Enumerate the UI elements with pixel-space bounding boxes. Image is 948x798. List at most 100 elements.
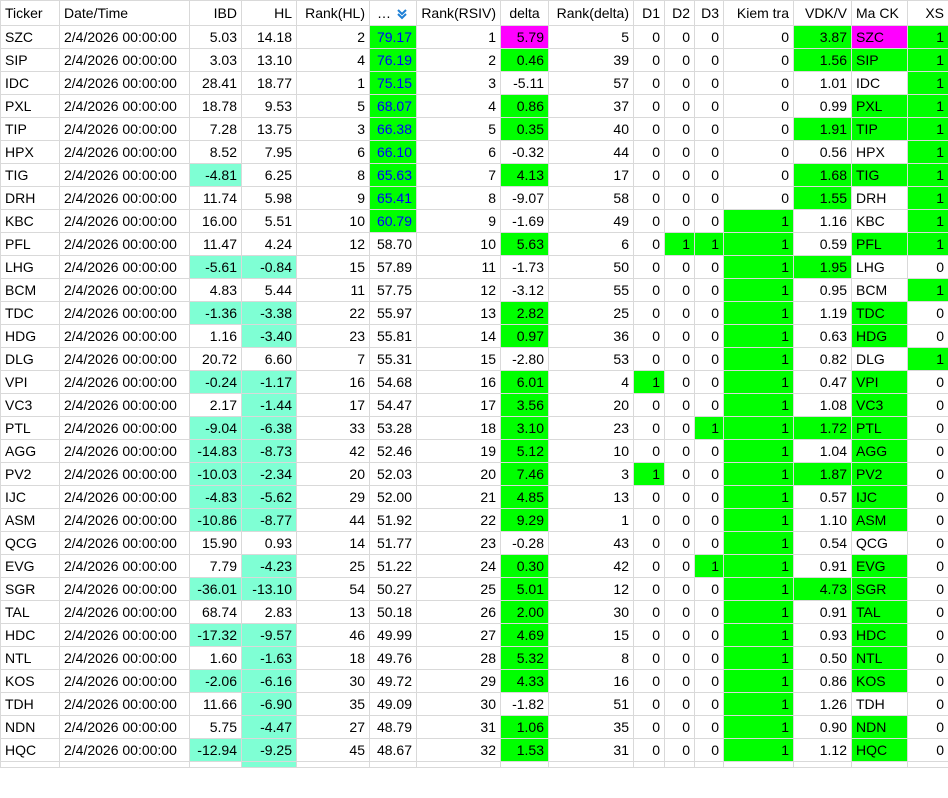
cell-ibd[interactable]: -4.81 bbox=[189, 163, 242, 187]
cell-rsiv[interactable]: 53.28 bbox=[369, 416, 417, 440]
cell-kiem-tra[interactable]: 1 bbox=[723, 347, 794, 371]
cell-rank-delta[interactable]: 53 bbox=[548, 347, 634, 371]
cell-d1[interactable]: 0 bbox=[633, 301, 665, 325]
cell-d1[interactable]: 1 bbox=[633, 462, 665, 486]
cell-xs[interactable]: 0 bbox=[907, 623, 948, 647]
cell-hl[interactable]: 5.44 bbox=[241, 278, 297, 302]
cell-rank-rsiv[interactable]: 27 bbox=[416, 623, 501, 647]
cell-vdk-v[interactable]: 0.54 bbox=[793, 531, 852, 555]
cell-hl[interactable]: -5.62 bbox=[241, 485, 297, 509]
cell-ticker[interactable]: HDG bbox=[0, 324, 60, 348]
cell-delta[interactable]: 6.01 bbox=[500, 370, 549, 394]
col-header-d1[interactable]: D1 bbox=[633, 0, 665, 26]
cell-d3[interactable]: 0 bbox=[694, 646, 724, 670]
cell-kiem-tra[interactable]: 1 bbox=[723, 646, 794, 670]
cell-delta[interactable]: 9.29 bbox=[500, 508, 549, 532]
cell-ticker[interactable]: VC3 bbox=[0, 393, 60, 417]
cell-kiem-tra[interactable]: 1 bbox=[723, 393, 794, 417]
cell-d2[interactable]: 0 bbox=[664, 140, 695, 164]
cell-hl[interactable]: -2.34 bbox=[241, 462, 297, 486]
table-row[interactable]: HPX 2/4/2026 00:00:00 8.52 7.95 6 66.10 6 -0.32… bbox=[0, 140, 948, 164]
cell-delta[interactable]: 0.97 bbox=[500, 324, 549, 348]
cell-hl[interactable]: 9.53 bbox=[241, 94, 297, 118]
cell-rank-delta[interactable]: 20 bbox=[548, 393, 634, 417]
cell-d2[interactable]: 0 bbox=[664, 255, 695, 279]
cell-d2[interactable]: 0 bbox=[664, 738, 695, 762]
cell-vdk-v[interactable]: 0.91 bbox=[793, 554, 852, 578]
cell-rsiv[interactable]: 57.89 bbox=[369, 255, 417, 279]
cell-rank-rsiv[interactable]: 2 bbox=[416, 48, 501, 72]
col-header-ibd[interactable]: IBD bbox=[189, 0, 242, 26]
cell-d3[interactable]: 0 bbox=[694, 692, 724, 716]
cell-vdk-v[interactable]: 0.99 bbox=[793, 94, 852, 118]
cell-xs[interactable]: 1 bbox=[907, 209, 948, 233]
cell-ma-ck[interactable]: PTL bbox=[851, 416, 908, 440]
cell-rsiv[interactable]: 49.09 bbox=[369, 692, 417, 716]
cell-d2[interactable]: 0 bbox=[664, 48, 695, 72]
cell-kiem-tra[interactable]: 1 bbox=[723, 370, 794, 394]
table-row[interactable]: VC3 2/4/2026 00:00:00 2.17 -1.44 17 54.47 17 3.… bbox=[0, 393, 948, 417]
cell-rsiv[interactable]: 68.07 bbox=[369, 94, 417, 118]
cell-rsiv[interactable]: 58.70 bbox=[369, 232, 417, 256]
cell-ibd[interactable]: 7.79 bbox=[189, 554, 242, 578]
cell-d1[interactable]: 0 bbox=[633, 347, 665, 371]
cell-rsiv[interactable]: 55.81 bbox=[369, 324, 417, 348]
cell-rsiv[interactable]: 50.18 bbox=[369, 600, 417, 624]
cell-rank-delta[interactable]: 17 bbox=[548, 163, 634, 187]
cell-delta[interactable]: 4.69 bbox=[500, 623, 549, 647]
cell-d2[interactable]: 0 bbox=[664, 692, 695, 716]
cell-datetime[interactable]: 2/4/2026 00:00:00 bbox=[59, 140, 190, 164]
table-row[interactable]: NTL 2/4/2026 00:00:00 1.60 -1.63 18 49.76 28 5.… bbox=[0, 646, 948, 670]
cell-d2[interactable]: 0 bbox=[664, 347, 695, 371]
cell-rank-hl[interactable]: 46 bbox=[296, 623, 370, 647]
cell-ma-ck[interactable]: TDC bbox=[851, 301, 908, 325]
cell-rank-rsiv[interactable]: 22 bbox=[416, 508, 501, 532]
cell-rank-rsiv[interactable]: 7 bbox=[416, 163, 501, 187]
cell-rsiv[interactable]: 51.77 bbox=[369, 531, 417, 555]
table-row[interactable]: LHG 2/4/2026 00:00:00 -5.61 -0.84 15 57.89 11-… bbox=[0, 255, 948, 279]
cell-rsiv[interactable]: 51.92 bbox=[369, 508, 417, 532]
cell-ticker[interactable]: AGG bbox=[0, 439, 60, 463]
cell-rank-rsiv[interactable]: 13 bbox=[416, 301, 501, 325]
cell-d2[interactable]: 1 bbox=[664, 232, 695, 256]
cell-rank-rsiv[interactable]: 1 bbox=[416, 25, 501, 49]
cell-d3[interactable]: 0 bbox=[694, 577, 724, 601]
cell-xs[interactable]: 0 bbox=[907, 485, 948, 509]
cell-rsiv[interactable]: 75.15 bbox=[369, 71, 417, 95]
table-row[interactable]: PXL 2/4/2026 00:00:00 18.78 9.53 5 68.07 4 0.86… bbox=[0, 94, 948, 118]
cell-kiem-tra[interactable]: 1 bbox=[723, 439, 794, 463]
cell-hl[interactable]: 6.60 bbox=[241, 347, 297, 371]
cell-rank-rsiv[interactable]: 20 bbox=[416, 462, 501, 486]
cell-d2[interactable]: 0 bbox=[664, 646, 695, 670]
cell-vdk-v[interactable]: 3.87 bbox=[793, 25, 852, 49]
cell-d2[interactable]: 0 bbox=[664, 416, 695, 440]
cell-d1[interactable]: 0 bbox=[633, 554, 665, 578]
col-header-vdk-v[interactable]: VDK/V bbox=[793, 0, 852, 26]
cell-d1[interactable]: 0 bbox=[633, 439, 665, 463]
cell-ibd[interactable]: 20.72 bbox=[189, 347, 242, 371]
cell-xs[interactable]: 0 bbox=[907, 370, 948, 394]
cell-vdk-v[interactable]: 1.87 bbox=[793, 462, 852, 486]
cell-rank-hl[interactable]: 10 bbox=[296, 209, 370, 233]
cell-ibd[interactable]: 2.17 bbox=[189, 393, 242, 417]
cell-ibd[interactable]: 68.74 bbox=[189, 600, 242, 624]
cell-d3[interactable]: 0 bbox=[694, 370, 724, 394]
cell-d2[interactable]: 0 bbox=[664, 278, 695, 302]
cell-rsiv[interactable]: 66.10 bbox=[369, 140, 417, 164]
cell-rank-delta[interactable]: 3 bbox=[548, 462, 634, 486]
cell-xs[interactable]: 1 bbox=[907, 71, 948, 95]
cell-xs[interactable]: 1 bbox=[907, 48, 948, 72]
cell-rank-delta[interactable]: 55 bbox=[548, 278, 634, 302]
cell-xs[interactable]: 1 bbox=[907, 232, 948, 256]
cell-ticker[interactable]: KOS bbox=[0, 669, 60, 693]
cell-rank-rsiv[interactable]: 17 bbox=[416, 393, 501, 417]
cell-delta[interactable]: 3.10 bbox=[500, 416, 549, 440]
table-row[interactable]: PV2 2/4/2026 00:00:00 -10.03 -2.34 20 52.03 20… bbox=[0, 462, 948, 486]
cell-hl[interactable]: -1.17 bbox=[241, 370, 297, 394]
cell-rank-delta[interactable]: 50 bbox=[548, 255, 634, 279]
cell-datetime[interactable]: 2/4/2026 00:00:00 bbox=[59, 163, 190, 187]
cell-ticker[interactable]: KBC bbox=[0, 209, 60, 233]
cell-vdk-v[interactable]: 1.01 bbox=[793, 71, 852, 95]
cell-datetime[interactable]: 2/4/2026 00:00:00 bbox=[59, 209, 190, 233]
cell-hl[interactable]: -1.63 bbox=[241, 646, 297, 670]
